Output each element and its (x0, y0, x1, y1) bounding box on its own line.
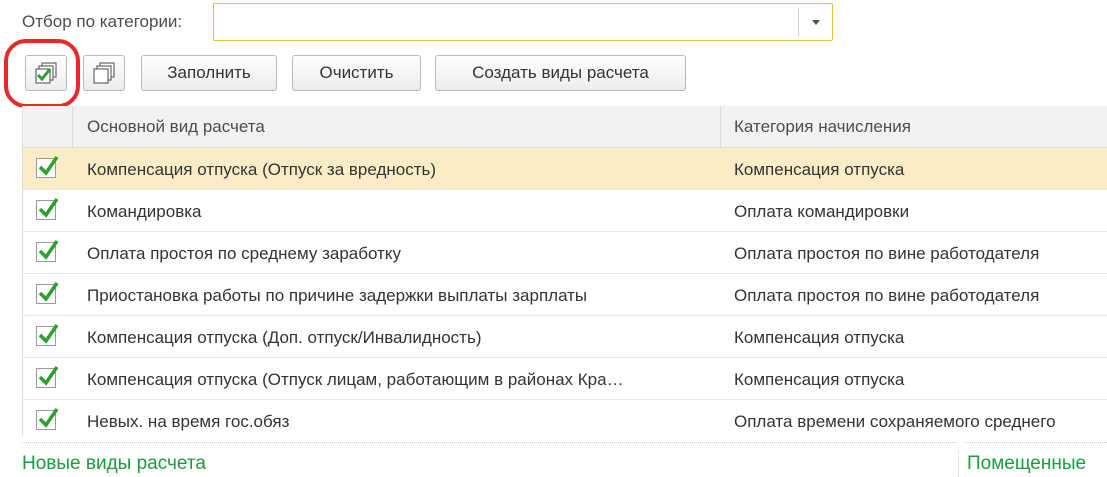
accrual-category-cell: Оплата командировки (734, 202, 910, 221)
checkmark-icon (38, 282, 59, 302)
checkbox[interactable] (36, 240, 59, 262)
checkbox[interactable] (36, 282, 59, 304)
category-filter-combo[interactable] (213, 3, 833, 41)
row-checkbox-cell[interactable] (23, 316, 73, 357)
placed-link[interactable]: Помещенные (967, 453, 1086, 475)
table-row[interactable]: Компенсация отпуска (Отпуск лицам, работ… (23, 358, 1107, 400)
fill-button[interactable]: Заполнить (141, 55, 277, 91)
checkmark-icon (38, 198, 59, 218)
check-all-button[interactable] (25, 55, 67, 91)
chevron-down-icon (811, 19, 820, 25)
uncheck-all-icon (93, 62, 115, 84)
main-calc-type-cell: Компенсация отпуска (Отпуск лицам, работ… (87, 370, 624, 389)
main-calc-type-cell: Командировка (87, 202, 202, 221)
checkbox[interactable] (36, 408, 59, 430)
main-calc-type-cell: Невых. на время гос.обяз (87, 412, 290, 431)
table-row[interactable]: Компенсация отпуска (Отпуск за вредность… (23, 148, 1107, 190)
filter-label: Отбор по категории: (22, 12, 183, 31)
table-row[interactable]: Компенсация отпуска (Доп. отпуск/Инвалид… (23, 316, 1107, 358)
header-check-column[interactable] (23, 106, 73, 147)
accrual-category-cell: Компенсация отпуска (734, 328, 905, 347)
table-row[interactable]: Оплата простоя по среднему заработку Опла… (23, 232, 1107, 274)
main-calc-type-cell: Приостановка работы по причине задержки … (87, 286, 588, 305)
check-all-icon (35, 62, 57, 84)
calculation-types-table[interactable]: Основной вид расчета Категория начислени… (22, 106, 1107, 436)
checkbox[interactable] (36, 198, 59, 220)
table-row[interactable]: Приостановка работы по причине задержки … (23, 274, 1107, 316)
table-row[interactable]: Командировка Оплата командировки (23, 190, 1107, 232)
row-checkbox-cell[interactable] (23, 232, 73, 273)
header-accrual-category[interactable]: Категория начисления (721, 106, 1107, 147)
row-checkbox-cell[interactable] (23, 148, 73, 189)
checkmark-icon (38, 324, 59, 344)
row-checkbox-cell[interactable] (23, 358, 73, 399)
checkbox[interactable] (36, 366, 59, 388)
main-calc-type-cell: Компенсация отпуска (Отпуск за вредность… (87, 160, 437, 179)
header-main-calc-type[interactable]: Основной вид расчета (73, 106, 721, 147)
checkmark-icon (38, 408, 59, 428)
category-filter-input[interactable] (214, 4, 815, 40)
divider (964, 442, 1107, 443)
create-calculation-types-button[interactable]: Создать виды расчета (435, 55, 686, 91)
accrual-category-cell: Оплата простоя по вине работодателя (734, 286, 1040, 305)
clear-button[interactable]: Очистить (292, 55, 421, 91)
accrual-category-cell: Компенсация отпуска (734, 370, 905, 389)
row-checkbox-cell[interactable] (23, 190, 73, 231)
uncheck-all-button[interactable] (83, 55, 125, 91)
checkmark-icon (38, 156, 59, 176)
accrual-category-cell: Оплата простоя по вине работодателя (734, 244, 1040, 263)
checkbox[interactable] (36, 156, 59, 178)
divider (958, 450, 959, 477)
new-calc-types-link[interactable]: Новые виды расчета (22, 453, 206, 475)
checkmark-icon (38, 366, 59, 386)
table-header: Основной вид расчета Категория начислени… (23, 106, 1107, 148)
row-checkbox-cell[interactable] (23, 274, 73, 315)
main-calc-type-cell: Компенсация отпуска (Доп. отпуск/Инвалид… (87, 328, 482, 347)
main-calc-type-cell: Оплата простоя по среднему заработку (87, 244, 401, 263)
table-row[interactable]: Невых. на время гос.обяз Оплата времени с… (23, 400, 1107, 436)
dropdown-button[interactable] (798, 8, 832, 36)
checkbox[interactable] (36, 324, 59, 346)
checkmark-icon (38, 240, 59, 260)
accrual-category-cell: Оплата времени сохраняемого среднего (734, 412, 1056, 431)
row-checkbox-cell[interactable] (23, 400, 73, 436)
accrual-category-cell: Компенсация отпуска (734, 160, 905, 179)
divider (22, 442, 957, 443)
